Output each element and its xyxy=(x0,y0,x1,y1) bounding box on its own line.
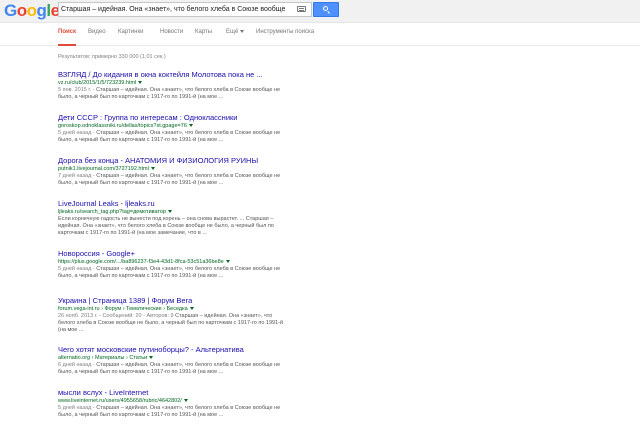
search-result: Украина | Страница 1389 | Форум Вега for… xyxy=(58,296,288,334)
result-title-link[interactable]: Дорога без конца - АНАТОМИЯ И ФИЗИОЛОГИЯ… xyxy=(58,156,288,166)
result-stats: Результатов: примерно 330 000 (1,01 сек.… xyxy=(58,54,166,60)
chevron-down-icon[interactable] xyxy=(183,399,188,403)
result-snippet: 26 нояб. 2013 г. - Сообщений: 20 - Автор… xyxy=(58,313,288,334)
chevron-down-icon[interactable] xyxy=(189,307,194,311)
tab-images[interactable]: Картинки xyxy=(118,23,143,44)
search-button[interactable] xyxy=(313,2,339,17)
result-url-text: vz.ru/club/2015/1/5/723239.html xyxy=(58,80,137,86)
result-url-text: https://plus.google.com/.../ba896237-f3e… xyxy=(58,259,224,265)
result-title-link[interactable]: LiveJournal Leaks - ljleaks.ru xyxy=(58,199,288,209)
logo-letter: o xyxy=(16,1,27,20)
result-date: 5 дней назад - xyxy=(58,405,95,411)
tab-more[interactable]: Ещё xyxy=(226,23,245,44)
result-date: 7 дней назад - xyxy=(58,173,95,179)
search-result: LiveJournal Leaks - ljleaks.ru ljleaks.r… xyxy=(58,199,288,237)
result-title-link[interactable]: мысли вслух - LiveInternet xyxy=(58,388,288,398)
search-result: Новороссия - Google+ https://plus.google… xyxy=(58,249,288,280)
result-url: alternatio.org › Материалы › Статьи xyxy=(58,355,288,362)
google-logo[interactable]: Google xyxy=(4,1,60,21)
result-snippet: 5 дней назад - Старшая – идейная. Она «з… xyxy=(58,130,288,144)
tab-more-label: Ещё xyxy=(226,29,239,35)
top-bar: Google xyxy=(0,0,640,23)
result-snippet-text: Если корнечную гадость не вынести под ко… xyxy=(58,216,274,236)
search-result: мысли вслух - LiveInternet www.liveinter… xyxy=(58,388,288,419)
result-url-text: putnik1.livejournal.com/3727192.html xyxy=(58,166,149,172)
tab-video[interactable]: Видео xyxy=(88,23,106,44)
result-url: ljleaks.ru/search_tag.php?tag=демотивато… xyxy=(58,209,288,216)
logo-letter: o xyxy=(26,1,37,20)
result-date: 5 дней назад - xyxy=(58,130,95,136)
result-date: 5 янв. 2015 г. - xyxy=(58,87,95,93)
result-snippet: 5 дней назад - Старшая – идейная. Она «з… xyxy=(58,405,288,419)
result-snippet: 7 дней назад - Старшая – идейная. Она «з… xyxy=(58,173,288,187)
result-url: forum.vega-int.ru › Форум › Тематические… xyxy=(58,306,288,313)
chevron-down-icon[interactable] xyxy=(225,260,230,264)
result-date: 5 дней назад - xyxy=(58,266,95,272)
search-result: ВЗГЛЯД / До кидания в окна коктейля Моло… xyxy=(58,70,288,101)
search-box xyxy=(58,2,312,17)
result-title-link[interactable]: Украина | Страница 1389 | Форум Вега xyxy=(58,296,288,306)
chevron-down-icon[interactable] xyxy=(168,210,173,214)
search-result: Чего хотят московские путинобоpцы? - Аль… xyxy=(58,345,288,376)
tab-search-tools[interactable]: Инструменты поиска xyxy=(256,23,314,44)
tab-news[interactable]: Новости xyxy=(160,23,183,44)
chevron-down-icon[interactable] xyxy=(188,124,193,128)
chevron-down-icon[interactable] xyxy=(150,167,155,171)
tab-search[interactable]: Поиск xyxy=(58,23,77,46)
tab-maps[interactable]: Карты xyxy=(195,23,212,44)
result-date: 26 нояб. 2013 г. - Сообщений: 20 - Автор… xyxy=(58,313,174,319)
result-url: goroskop.odnoklassniki.ru/dellas/topics?… xyxy=(58,123,288,130)
result-url: https://plus.google.com/.../ba896237-f3e… xyxy=(58,259,288,266)
result-url-text: goroskop.odnoklassniki.ru/dellas/topics?… xyxy=(58,123,187,129)
result-url: vz.ru/club/2015/1/5/723239.html xyxy=(58,80,288,87)
chevron-down-icon xyxy=(240,29,245,33)
result-snippet: 5 дней назад - Старшая – идейная. Она «з… xyxy=(58,266,288,280)
chevron-down-icon[interactable] xyxy=(149,356,154,360)
result-title-link[interactable]: Дети СССР : Группа по интересам : Однокл… xyxy=(58,113,288,123)
result-snippet: 6 дней назад - Старшая – идейная. Она «з… xyxy=(58,362,288,376)
result-url: putnik1.livejournal.com/3727192.html xyxy=(58,166,288,173)
result-snippet: Если корнечную гадость не вынести под ко… xyxy=(58,216,288,237)
result-snippet: 5 янв. 2015 г. - Старшая – идейная. Она … xyxy=(58,87,288,101)
result-title-link[interactable]: Чего хотят московские путинобоpцы? - Аль… xyxy=(58,345,288,355)
search-input[interactable] xyxy=(61,3,285,16)
result-url-text: ljleaks.ru/search_tag.php?tag=демотивато… xyxy=(58,209,167,215)
result-title-link[interactable]: Новороссия - Google+ xyxy=(58,249,288,259)
result-title-link[interactable]: ВЗГЛЯД / До кидания в окна коктейля Моло… xyxy=(58,70,288,80)
result-date: 6 дней назад - xyxy=(58,362,95,368)
keyboard-icon[interactable] xyxy=(297,6,306,12)
search-icon xyxy=(323,6,328,11)
result-url-text: forum.vega-int.ru › Форум › Тематические… xyxy=(58,306,188,312)
search-result: Дети СССР : Группа по интересам : Однокл… xyxy=(58,113,288,144)
search-tabs: Поиск Видео Картинки Новости Карты Ещё И… xyxy=(0,23,640,46)
logo-letter: G xyxy=(4,1,17,20)
result-url-text: www.liveinternet.ru/users/4955658/rubric… xyxy=(58,398,182,404)
result-url-text: alternatio.org › Материалы › Статьи xyxy=(58,355,148,361)
logo-letter: g xyxy=(36,1,47,20)
result-url: www.liveinternet.ru/users/4955658/rubric… xyxy=(58,398,288,405)
chevron-down-icon[interactable] xyxy=(138,81,143,85)
search-result: Дорога без конца - АНАТОМИЯ И ФИЗИОЛОГИЯ… xyxy=(58,156,288,187)
